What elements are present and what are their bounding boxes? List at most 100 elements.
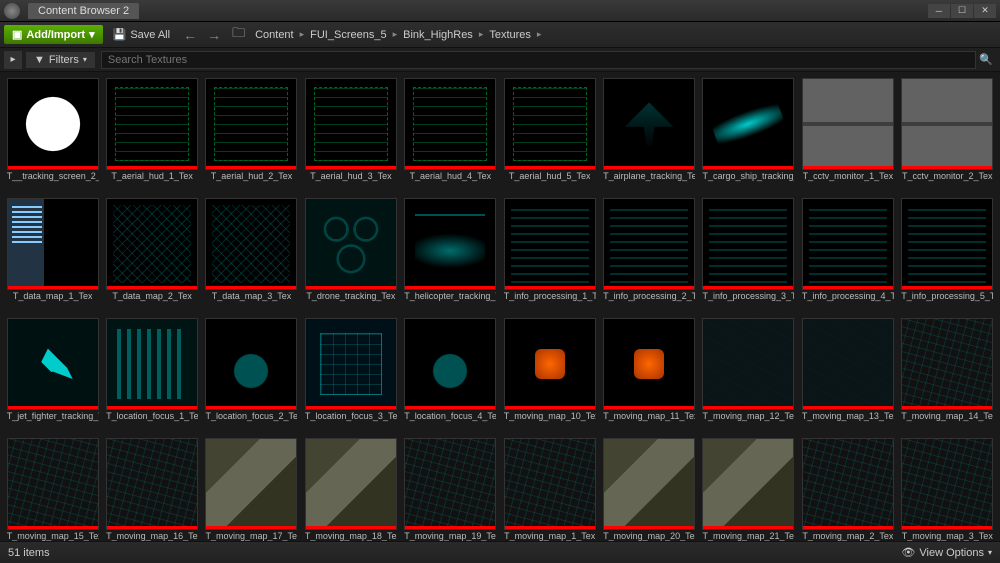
asset-item[interactable]: T_moving_map_15_Tex: [6, 438, 99, 541]
asset-item[interactable]: T_info_processing_4_Tex: [801, 198, 894, 312]
dropdown-icon: ▾: [83, 55, 87, 64]
filters-button[interactable]: ▼ Filters ▾: [26, 52, 95, 68]
asset-item[interactable]: T_moving_map_16_Tex: [105, 438, 198, 541]
breadcrumb: Content▸FUI_Screens_5▸Bink_HighRes▸Textu…: [253, 29, 545, 41]
asset-item[interactable]: T_info_processing_3_Tex: [702, 198, 795, 312]
asset-item[interactable]: T_location_focus_1_Tex: [105, 318, 198, 432]
asset-thumbnail: [702, 438, 794, 530]
search-input[interactable]: [101, 51, 976, 69]
asset-label: T_moving_map_3_Tex: [902, 532, 993, 541]
asset-thumbnail: [7, 198, 99, 290]
asset-item[interactable]: T_aerial_hud_2_Tex: [205, 78, 298, 192]
asset-item[interactable]: T_location_focus_2_Tex: [205, 318, 298, 432]
asset-item[interactable]: T_aerial_hud_3_Tex: [304, 78, 397, 192]
asset-item[interactable]: T_airplane_tracking_Tex: [602, 78, 695, 192]
asset-item[interactable]: T_data_map_2_Tex: [105, 198, 198, 312]
asset-thumbnail: [205, 318, 297, 410]
asset-thumbnail: [404, 78, 496, 170]
search-icon[interactable]: 🔍: [976, 53, 996, 66]
add-import-button[interactable]: ▣ Add/Import ▾: [4, 25, 103, 44]
close-button[interactable]: ✕: [974, 4, 996, 18]
filters-label: Filters: [49, 54, 79, 66]
asset-label: T_location_focus_4_Tex: [404, 412, 496, 432]
asset-thumbnail: [603, 438, 695, 530]
breadcrumb-item[interactable]: Bink_HighRes: [401, 29, 475, 41]
asset-item[interactable]: T_data_map_3_Tex: [205, 198, 298, 312]
asset-item[interactable]: T_moving_map_10_Tex: [503, 318, 596, 432]
nav-forward-button[interactable]: →: [204, 25, 224, 45]
asset-item[interactable]: T_location_focus_4_Tex: [404, 318, 497, 432]
asset-item[interactable]: T_moving_map_12_Tex: [702, 318, 795, 432]
nav-back-button[interactable]: ←: [180, 25, 200, 45]
asset-item[interactable]: T_aerial_hud_1_Tex: [105, 78, 198, 192]
asset-item[interactable]: T_moving_map_20_Tex: [602, 438, 695, 541]
asset-item[interactable]: T_cctv_monitor_1_Tex: [801, 78, 894, 192]
asset-thumbnail: [603, 198, 695, 290]
save-all-label: Save All: [130, 29, 170, 41]
asset-thumbnail: [802, 318, 894, 410]
asset-label: T_data_map_1_Tex: [13, 292, 93, 312]
asset-item[interactable]: T_location_focus_3_Tex: [304, 318, 397, 432]
asset-item[interactable]: T_aerial_hud_4_Tex: [404, 78, 497, 192]
save-all-button[interactable]: 💾 Save All: [107, 25, 176, 44]
asset-item[interactable]: T_moving_map_18_Tex: [304, 438, 397, 541]
asset-item[interactable]: T_moving_map_21_Tex: [702, 438, 795, 541]
asset-label: T_data_map_3_Tex: [212, 292, 292, 312]
asset-item[interactable]: T_moving_map_2_Tex: [801, 438, 894, 541]
asset-item[interactable]: T_info_processing_5_Tex: [901, 198, 994, 312]
asset-thumbnail: [404, 438, 496, 530]
asset-thumbnail: [106, 78, 198, 170]
asset-label: T_drone_tracking_Tex: [306, 292, 395, 312]
breadcrumb-item[interactable]: FUI_Screens_5: [308, 29, 388, 41]
status-bar: 51 items 👁 View Options ▾: [0, 541, 1000, 563]
asset-item[interactable]: T_helicopter_tracking_Tex: [404, 198, 497, 312]
asset-thumbnail: [205, 438, 297, 530]
asset-label: T_airplane_tracking_Tex: [603, 172, 695, 192]
breadcrumb-item[interactable]: Textures: [487, 29, 533, 41]
add-import-label: Add/Import: [26, 29, 85, 41]
asset-item[interactable]: T_info_processing_1_Tex: [503, 198, 596, 312]
asset-thumbnail: [504, 438, 596, 530]
window-controls: ─ ☐ ✕: [928, 4, 996, 18]
view-options-label: View Options: [919, 547, 984, 559]
folder-icon[interactable]: 🗀: [232, 24, 245, 46]
ue-logo-icon: [4, 3, 20, 19]
minimize-button[interactable]: ─: [928, 4, 950, 18]
asset-item[interactable]: T_cctv_monitor_2_Tex: [901, 78, 994, 192]
dropdown-icon: ▾: [89, 28, 95, 41]
item-count: 51 items: [8, 547, 50, 559]
asset-item[interactable]: T_info_processing_2_Tex: [602, 198, 695, 312]
asset-item[interactable]: T_moving_map_19_Tex: [404, 438, 497, 541]
asset-label: T_moving_map_20_Tex: [603, 532, 695, 541]
asset-item[interactable]: T_moving_map_17_Tex: [205, 438, 298, 541]
window-title: Content Browser 2: [38, 5, 129, 17]
asset-label: T_moving_map_2_Tex: [802, 532, 893, 541]
chevron-right-icon: ▸: [475, 29, 488, 40]
asset-item[interactable]: T_moving_map_13_Tex: [801, 318, 894, 432]
asset-item[interactable]: T_moving_map_11_Tex: [602, 318, 695, 432]
asset-grid-area[interactable]: T__tracking_screen_2_mask T_aerial_hud_1_…: [0, 72, 1000, 541]
asset-item[interactable]: T__tracking_screen_2_mask: [6, 78, 99, 192]
asset-label: T_jet_fighter_tracking_Tex: [7, 412, 99, 432]
asset-item[interactable]: T_cargo_ship_tracking_Tex: [702, 78, 795, 192]
sources-toggle-button[interactable]: ▸: [4, 51, 22, 69]
asset-label: T_moving_map_15_Tex: [7, 532, 99, 541]
asset-item[interactable]: T_moving_map_1_Tex: [503, 438, 596, 541]
breadcrumb-item[interactable]: Content: [253, 29, 296, 41]
asset-item[interactable]: T_jet_fighter_tracking_Tex: [6, 318, 99, 432]
asset-thumbnail: [404, 318, 496, 410]
asset-item[interactable]: T_moving_map_3_Tex: [901, 438, 994, 541]
asset-item[interactable]: T_drone_tracking_Tex: [304, 198, 397, 312]
asset-thumbnail: [305, 438, 397, 530]
asset-thumbnail: [702, 78, 794, 170]
view-options-button[interactable]: 👁 View Options ▾: [901, 546, 992, 559]
asset-thumbnail: [7, 438, 99, 530]
asset-thumbnail: [901, 318, 993, 410]
asset-item[interactable]: T_aerial_hud_5_Tex: [503, 78, 596, 192]
asset-label: T_moving_map_16_Tex: [106, 532, 198, 541]
asset-label: T_aerial_hud_1_Tex: [111, 172, 193, 192]
asset-item[interactable]: T_data_map_1_Tex: [6, 198, 99, 312]
maximize-button[interactable]: ☐: [951, 4, 973, 18]
asset-item[interactable]: T_moving_map_14_Tex: [901, 318, 994, 432]
window-tab[interactable]: Content Browser 2: [28, 3, 139, 19]
